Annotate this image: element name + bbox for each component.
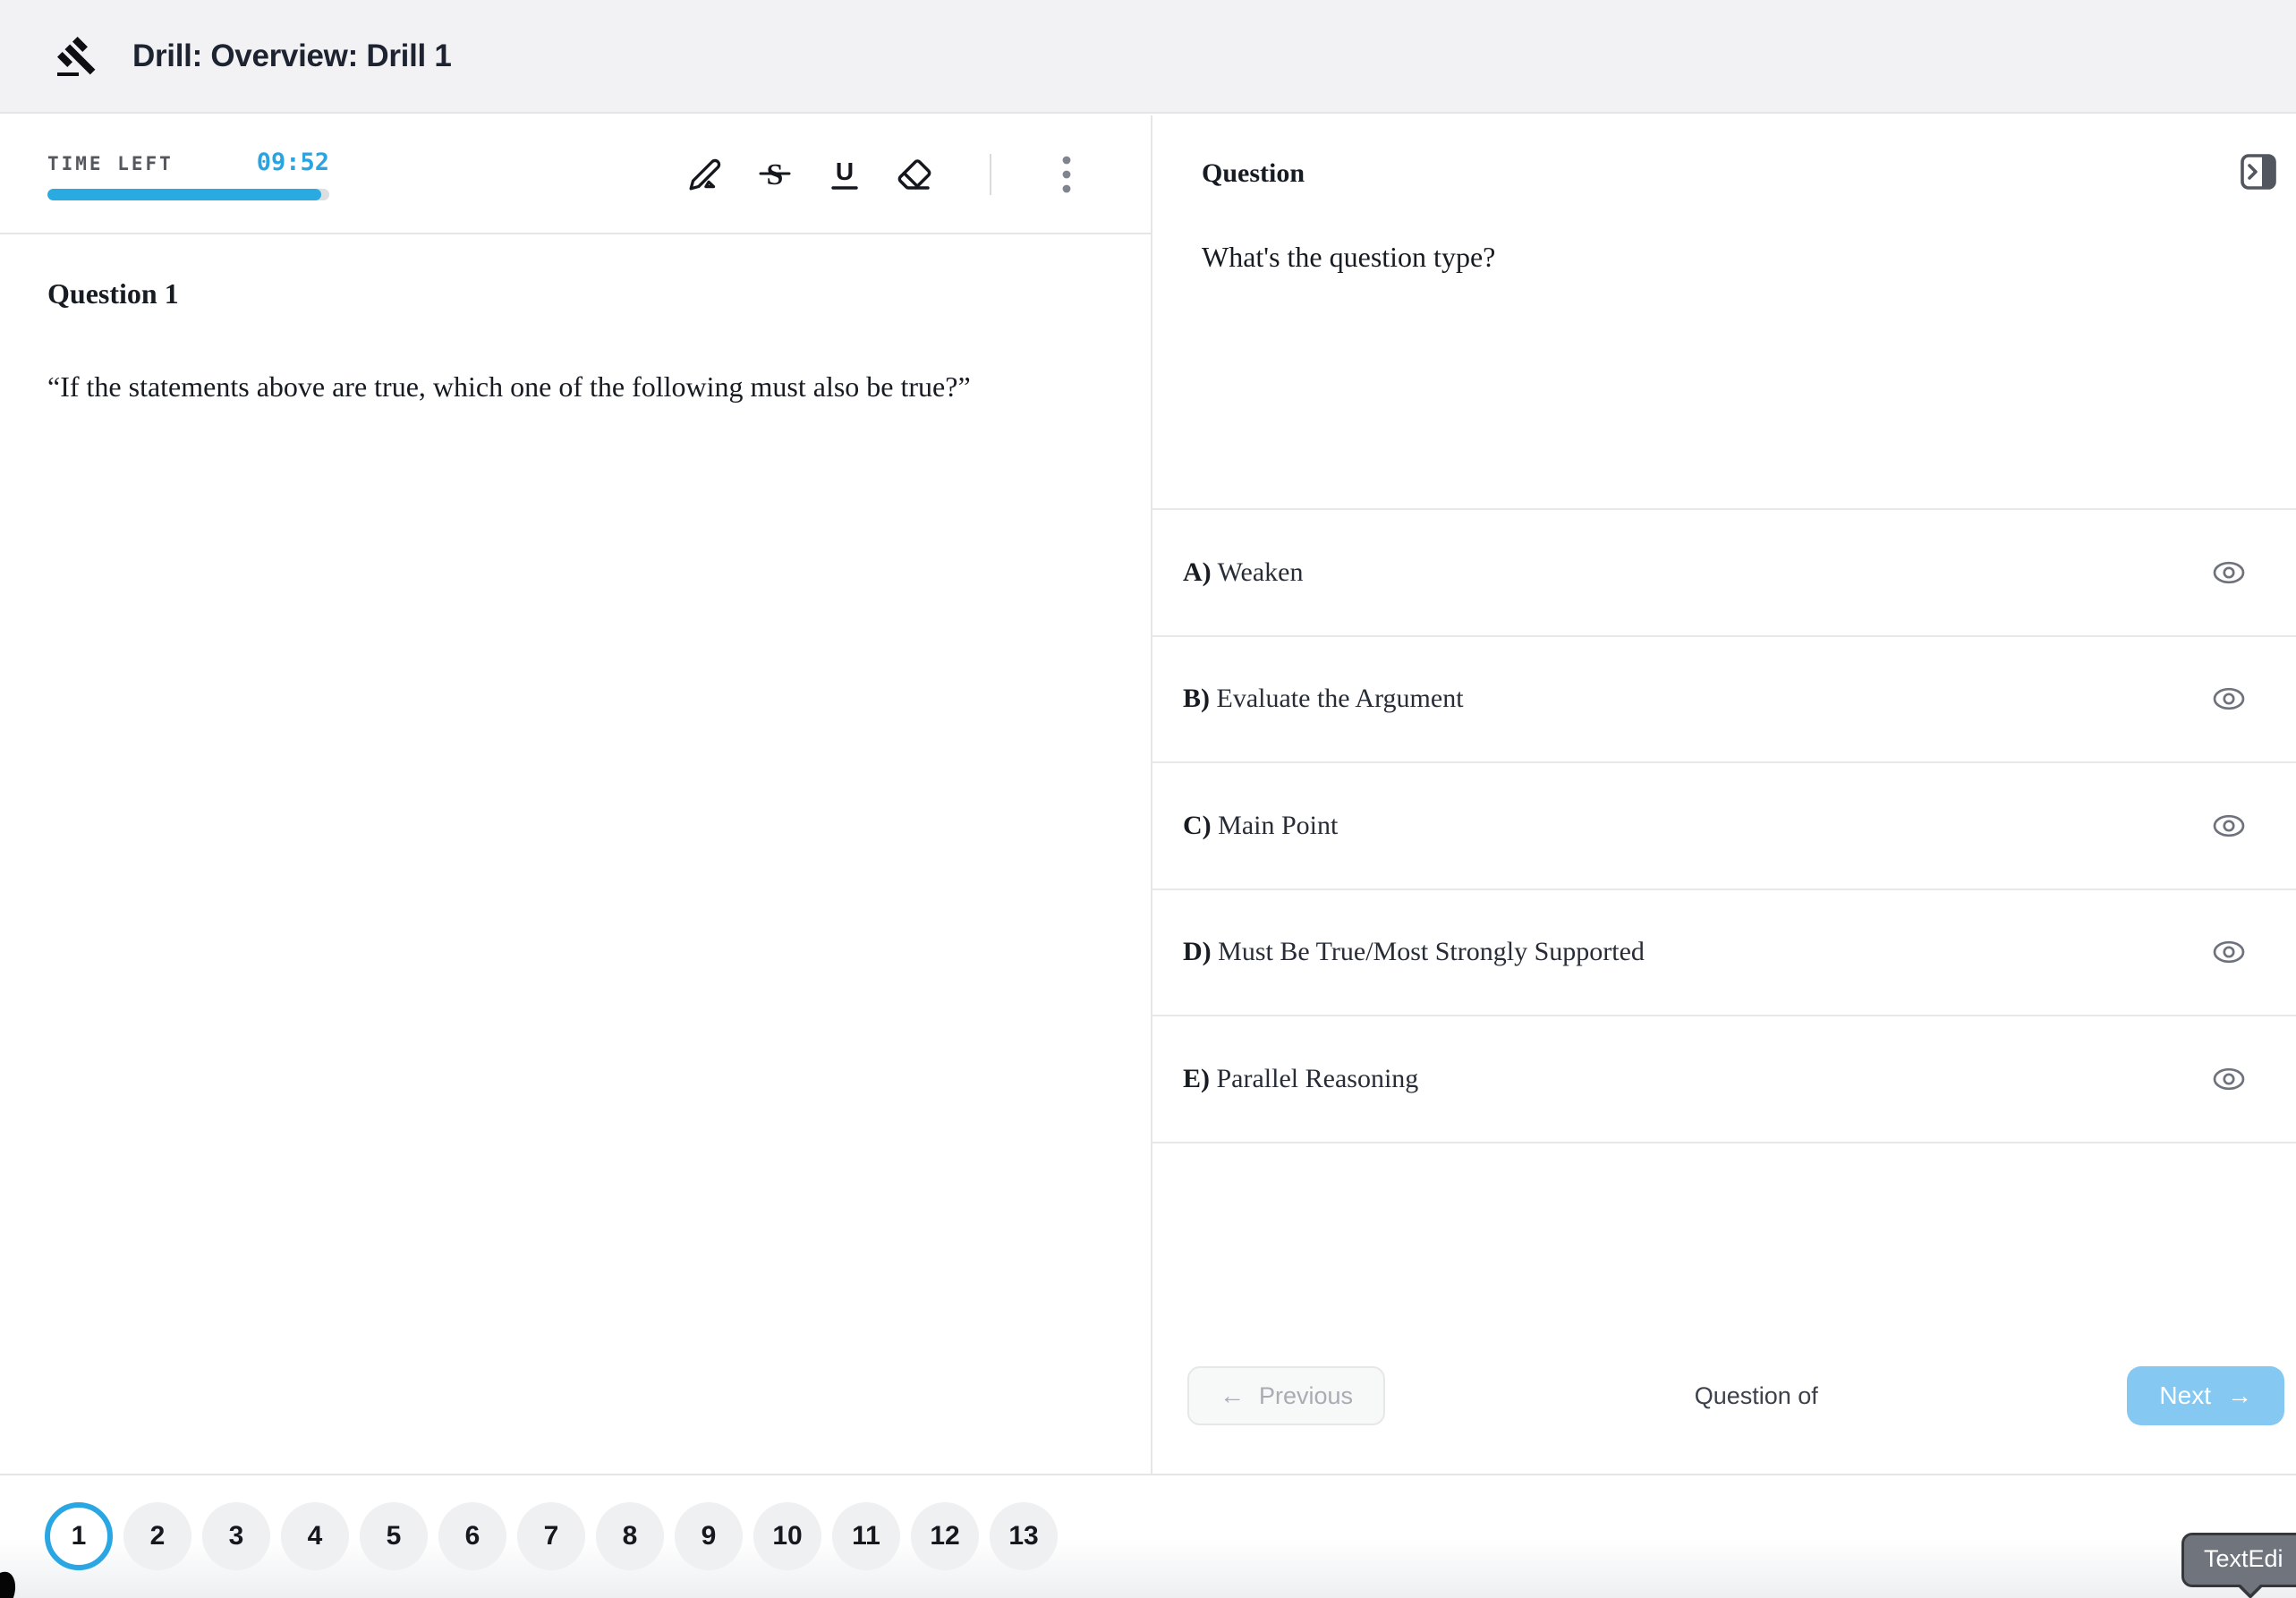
right-arrow-icon: → xyxy=(2227,1383,2252,1408)
highlighter-pen-icon xyxy=(688,157,722,191)
option-label: Evaluate the Argument xyxy=(1217,684,1464,713)
question-pill-6[interactable]: 6 xyxy=(438,1502,506,1570)
timer: TIME LEFT 09:52 xyxy=(47,149,329,200)
left-arrow-icon: ← xyxy=(1220,1383,1245,1408)
question-pill-3[interactable]: 3 xyxy=(202,1502,270,1570)
option-letter: B) xyxy=(1183,684,1210,713)
eraser-icon xyxy=(897,157,932,192)
option-label: Parallel Reasoning xyxy=(1217,1064,1419,1093)
toolbar-divider xyxy=(990,154,991,195)
answer-options-list: A) Weaken B) Evaluate the Argument C) Ma… xyxy=(1152,508,2296,1143)
answer-option-b[interactable]: B) Evaluate the Argument xyxy=(1152,635,2296,762)
option-label: Weaken xyxy=(1218,557,1304,587)
question-nav-footer: ← Previous Question of Next → xyxy=(1187,1366,2284,1425)
previous-button[interactable]: ← Previous xyxy=(1187,1366,1385,1425)
strikethrough-icon: S xyxy=(757,155,793,194)
option-letter: A) xyxy=(1183,557,1212,587)
next-label: Next xyxy=(2159,1381,2211,1410)
answer-option-c[interactable]: C) Main Point xyxy=(1152,761,2296,888)
drill-prompt-text: What's the question type? xyxy=(1202,241,1495,274)
question-pill-7[interactable]: 7 xyxy=(517,1502,585,1570)
question-pill-4[interactable]: 4 xyxy=(281,1502,349,1570)
question-stem-text: “If the statements above are true, which… xyxy=(47,355,1126,418)
time-left-label: TIME LEFT xyxy=(47,153,174,174)
eye-icon xyxy=(2210,812,2248,840)
page-title: Drill: Overview: Drill 1 xyxy=(132,38,452,74)
highlighter-pen-button[interactable] xyxy=(685,152,725,197)
question-number-bar: 1 2 3 4 5 6 7 8 9 10 11 12 13 TextEdi xyxy=(0,1474,2296,1598)
question-number-heading: Question 1 xyxy=(47,277,1103,310)
left-toolbar-row: TIME LEFT 09:52 S xyxy=(0,115,1151,234)
reveal-option-a-button[interactable] xyxy=(2207,555,2251,591)
option-label: Main Point xyxy=(1218,811,1338,840)
time-progress-fill xyxy=(47,189,321,200)
reveal-option-b-button[interactable] xyxy=(2207,681,2251,717)
question-counter: Question of xyxy=(1695,1382,1818,1410)
previous-label: Previous xyxy=(1259,1382,1353,1410)
dock-icon-edge xyxy=(0,1568,21,1598)
app-header: Drill: Overview: Drill 1 xyxy=(0,0,2296,114)
reveal-option-d-button[interactable] xyxy=(2207,934,2251,970)
option-letter: C) xyxy=(1183,811,1212,840)
underline-button[interactable]: U xyxy=(825,152,864,197)
dock-tooltip-pointer xyxy=(2237,1585,2264,1598)
question-pill-11[interactable]: 11 xyxy=(832,1502,900,1570)
svg-text:U: U xyxy=(836,157,854,185)
gavel-icon xyxy=(55,35,98,78)
eye-icon xyxy=(2210,938,2248,966)
reveal-option-c-button[interactable] xyxy=(2207,808,2251,844)
question-pill-8[interactable]: 8 xyxy=(596,1502,664,1570)
eye-icon xyxy=(2210,558,2248,587)
question-panel-title: Question xyxy=(1202,151,1305,189)
collapse-panel-button[interactable] xyxy=(2239,151,2278,192)
dock-tooltip: TextEdi xyxy=(2181,1533,2296,1587)
question-panel: Question What's the question type? A) We… xyxy=(1152,115,2296,1474)
question-pill-12[interactable]: 12 xyxy=(911,1502,979,1570)
question-pill-13[interactable]: 13 xyxy=(990,1502,1058,1570)
underline-icon: U xyxy=(827,155,863,194)
passage-content: Question 1 “If the statements above are … xyxy=(0,234,1151,418)
option-letter: E) xyxy=(1183,1064,1210,1093)
dock-tooltip-text: TextEdi xyxy=(2181,1533,2296,1587)
eye-icon xyxy=(2210,684,2248,713)
next-button[interactable]: Next → xyxy=(2127,1366,2284,1425)
question-pill-2[interactable]: 2 xyxy=(123,1502,191,1570)
question-pill-9[interactable]: 9 xyxy=(675,1502,743,1570)
question-pill-row: 1 2 3 4 5 6 7 8 9 10 11 12 13 xyxy=(45,1502,1058,1570)
collapse-panel-right-icon xyxy=(2239,151,2278,192)
eye-icon xyxy=(2210,1065,2248,1093)
time-left-value: 09:52 xyxy=(257,149,329,176)
question-pill-1[interactable]: 1 xyxy=(45,1502,113,1570)
annotation-toolbar: S U xyxy=(685,152,1086,197)
strikethrough-button[interactable]: S xyxy=(755,152,795,197)
answer-option-a[interactable]: A) Weaken xyxy=(1152,508,2296,635)
passage-panel: TIME LEFT 09:52 S xyxy=(0,115,1152,1474)
option-label: Must Be True/Most Strongly Supported xyxy=(1218,937,1645,966)
time-progress-track xyxy=(47,189,329,200)
answer-option-d[interactable]: D) Must Be True/Most Strongly Supported xyxy=(1152,888,2296,1016)
question-pill-5[interactable]: 5 xyxy=(360,1502,428,1570)
eraser-button[interactable] xyxy=(895,152,934,197)
more-options-button[interactable] xyxy=(1047,152,1086,197)
question-pill-10[interactable]: 10 xyxy=(753,1502,821,1570)
kebab-menu-icon xyxy=(1061,154,1072,195)
option-letter: D) xyxy=(1183,937,1212,966)
answer-option-e[interactable]: E) Parallel Reasoning xyxy=(1152,1015,2296,1142)
main-split: TIME LEFT 09:52 S xyxy=(0,115,2296,1474)
reveal-option-e-button[interactable] xyxy=(2207,1061,2251,1097)
